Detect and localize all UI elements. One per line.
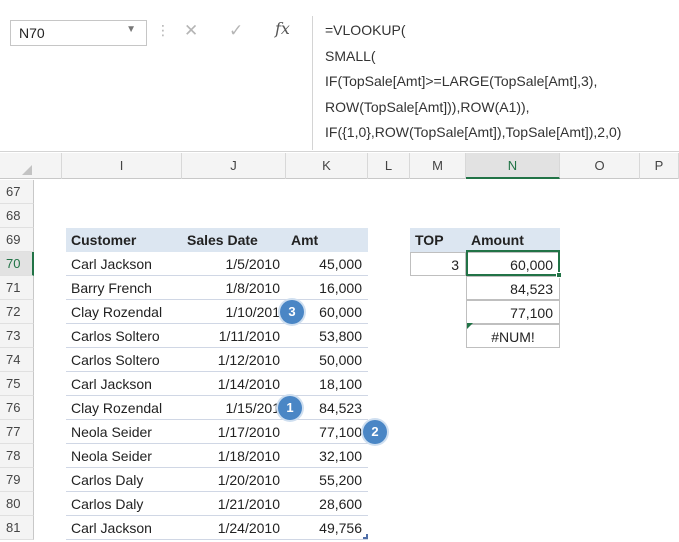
table-cell-amt[interactable]: 55,200 (286, 468, 368, 492)
column-header-m[interactable]: M (410, 153, 466, 179)
column-headers: I J K L M N O P (0, 153, 679, 179)
table-cell-amt[interactable]: 16,000 (286, 276, 368, 300)
row-header[interactable]: 77 (0, 420, 34, 444)
table-cell-date[interactable]: 1/5/2010 (182, 252, 286, 276)
table-cell-customer[interactable]: Carlos Daly (66, 492, 182, 516)
top-value-cell[interactable]: 3 (410, 252, 466, 276)
table-cell-customer[interactable]: Carlos Soltero (66, 324, 182, 348)
enter-icon[interactable]: ✓ (229, 21, 243, 41)
table-header-customer[interactable]: Customer (66, 228, 182, 252)
table-cell-customer[interactable]: Carl Jackson (66, 372, 182, 396)
table-cell-date[interactable]: 1/20/2010 (182, 468, 286, 492)
amount-cell[interactable]: 77,100 (466, 300, 560, 324)
top-header[interactable]: TOP (410, 228, 466, 252)
table-cell-amt[interactable]: 49,756 (286, 516, 368, 540)
table-header-sales-date[interactable]: Sales Date (182, 228, 286, 252)
table-cell-customer[interactable]: Clay Rozendal (66, 300, 182, 324)
table-cell-date[interactable]: 1/21/2010 (182, 492, 286, 516)
column-header-o[interactable]: O (560, 153, 640, 179)
amount-header[interactable]: Amount (466, 228, 560, 252)
table-cell-customer[interactable]: Clay Rozendal (66, 396, 182, 420)
row-header[interactable]: 75 (0, 372, 34, 396)
callout-badge: 1 (278, 396, 302, 420)
callout-badge: 3 (280, 300, 304, 324)
column-header-i[interactable]: I (62, 153, 182, 179)
row-header[interactable]: 71 (0, 276, 34, 300)
table-cell-date-text: 1/15/201 (225, 400, 281, 416)
formula-bar: N70 ▼ ⋮ ✕ ✓ fx =VLOOKUP( SMALL( IF(TopSa… (0, 0, 679, 152)
table-cell-date[interactable]: 1/14/2010 (182, 372, 286, 396)
row-header[interactable]: 73 (0, 324, 34, 348)
table-cell-date[interactable]: 1/10/201 (182, 300, 286, 324)
row-header[interactable]: 79 (0, 468, 34, 492)
column-header-p[interactable]: P (640, 153, 679, 179)
table-cell-date[interactable]: 1/12/2010 (182, 348, 286, 372)
table-cell-date[interactable]: 1/17/2010 (182, 420, 286, 444)
table-cell-customer[interactable]: Neola Seider (66, 444, 182, 468)
row-header[interactable]: 68 (0, 204, 34, 228)
table-cell-date[interactable]: 1/24/2010 (182, 516, 286, 540)
table-cell-customer[interactable]: Carl Jackson (66, 252, 182, 276)
table-cell-customer[interactable]: Carl Jackson (66, 516, 182, 540)
table-cell-customer[interactable]: Barry French (66, 276, 182, 300)
table-cell-amt[interactable]: 28,600 (286, 492, 368, 516)
table-cell-date[interactable]: 1/15/201 (182, 396, 286, 420)
table-cell-amt[interactable]: 45,000 (286, 252, 368, 276)
row-header[interactable]: 67 (0, 180, 34, 204)
name-box[interactable]: N70 ▼ (10, 20, 147, 46)
formula-line: IF({1,0},ROW(TopSale[Amt]),TopSale[Amt])… (325, 124, 622, 140)
amount-cell[interactable]: 84,523 (466, 276, 560, 300)
column-header-j[interactable]: J (182, 153, 286, 179)
column-header-k[interactable]: K (286, 153, 368, 179)
formula-line: IF(TopSale[Amt]>=LARGE(TopSale[Amt],3), (325, 73, 598, 89)
table-cell-customer[interactable]: Carlos Soltero (66, 348, 182, 372)
vertical-dots-icon[interactable]: ⋮ (156, 23, 170, 37)
select-all-icon (22, 165, 32, 175)
name-box-value: N70 (19, 25, 45, 41)
select-all-corner[interactable] (0, 153, 62, 179)
row-header[interactable]: 80 (0, 492, 34, 516)
column-header-n[interactable]: N (466, 153, 560, 179)
insert-function-icon[interactable]: fx (275, 19, 290, 38)
table-cell-date[interactable]: 1/8/2010 (182, 276, 286, 300)
table-cell-amt[interactable]: 53,800 (286, 324, 368, 348)
cancel-icon[interactable]: ✕ (184, 21, 198, 41)
formula-line: SMALL( (325, 48, 376, 64)
row-header[interactable]: 76 (0, 396, 34, 420)
table-cell-amt[interactable]: 50,000 (286, 348, 368, 372)
table-cell-amt[interactable]: 18,100 (286, 372, 368, 396)
table-cell-date[interactable]: 1/18/2010 (182, 444, 286, 468)
table-cell-amt[interactable]: 77,100 (286, 420, 368, 444)
row-header[interactable]: 69 (0, 228, 34, 252)
formula-line: =VLOOKUP( (325, 22, 406, 38)
table-cell-amt[interactable]: 32,100 (286, 444, 368, 468)
table-cell-date[interactable]: 1/11/2010 (182, 324, 286, 348)
row-header[interactable]: 81 (0, 516, 34, 540)
row-header[interactable]: 74 (0, 348, 34, 372)
chevron-down-icon[interactable]: ▼ (126, 24, 136, 35)
active-cell-border (466, 250, 560, 276)
row-header[interactable]: 72 (0, 300, 34, 324)
formula-line: ROW(TopSale[Amt])),ROW(A1)), (325, 99, 530, 115)
table-resize-handle-icon[interactable] (363, 534, 368, 539)
column-header-l[interactable]: L (368, 153, 410, 179)
error-indicator-icon[interactable] (467, 323, 473, 329)
table-cell-date-text: 1/10/201 (225, 304, 281, 320)
formula-input[interactable]: =VLOOKUP( SMALL( IF(TopSale[Amt]>=LARGE(… (312, 16, 679, 150)
table-cell-customer[interactable]: Neola Seider (66, 420, 182, 444)
fill-handle[interactable] (556, 272, 562, 278)
table-cell-customer[interactable]: Carlos Daly (66, 468, 182, 492)
row-header[interactable]: 78 (0, 444, 34, 468)
table-header-amt[interactable]: Amt (286, 228, 368, 252)
callout-badge: 2 (363, 420, 387, 444)
amount-error-cell[interactable]: #NUM! (466, 324, 560, 348)
row-header-selected[interactable]: 70 (0, 252, 34, 276)
